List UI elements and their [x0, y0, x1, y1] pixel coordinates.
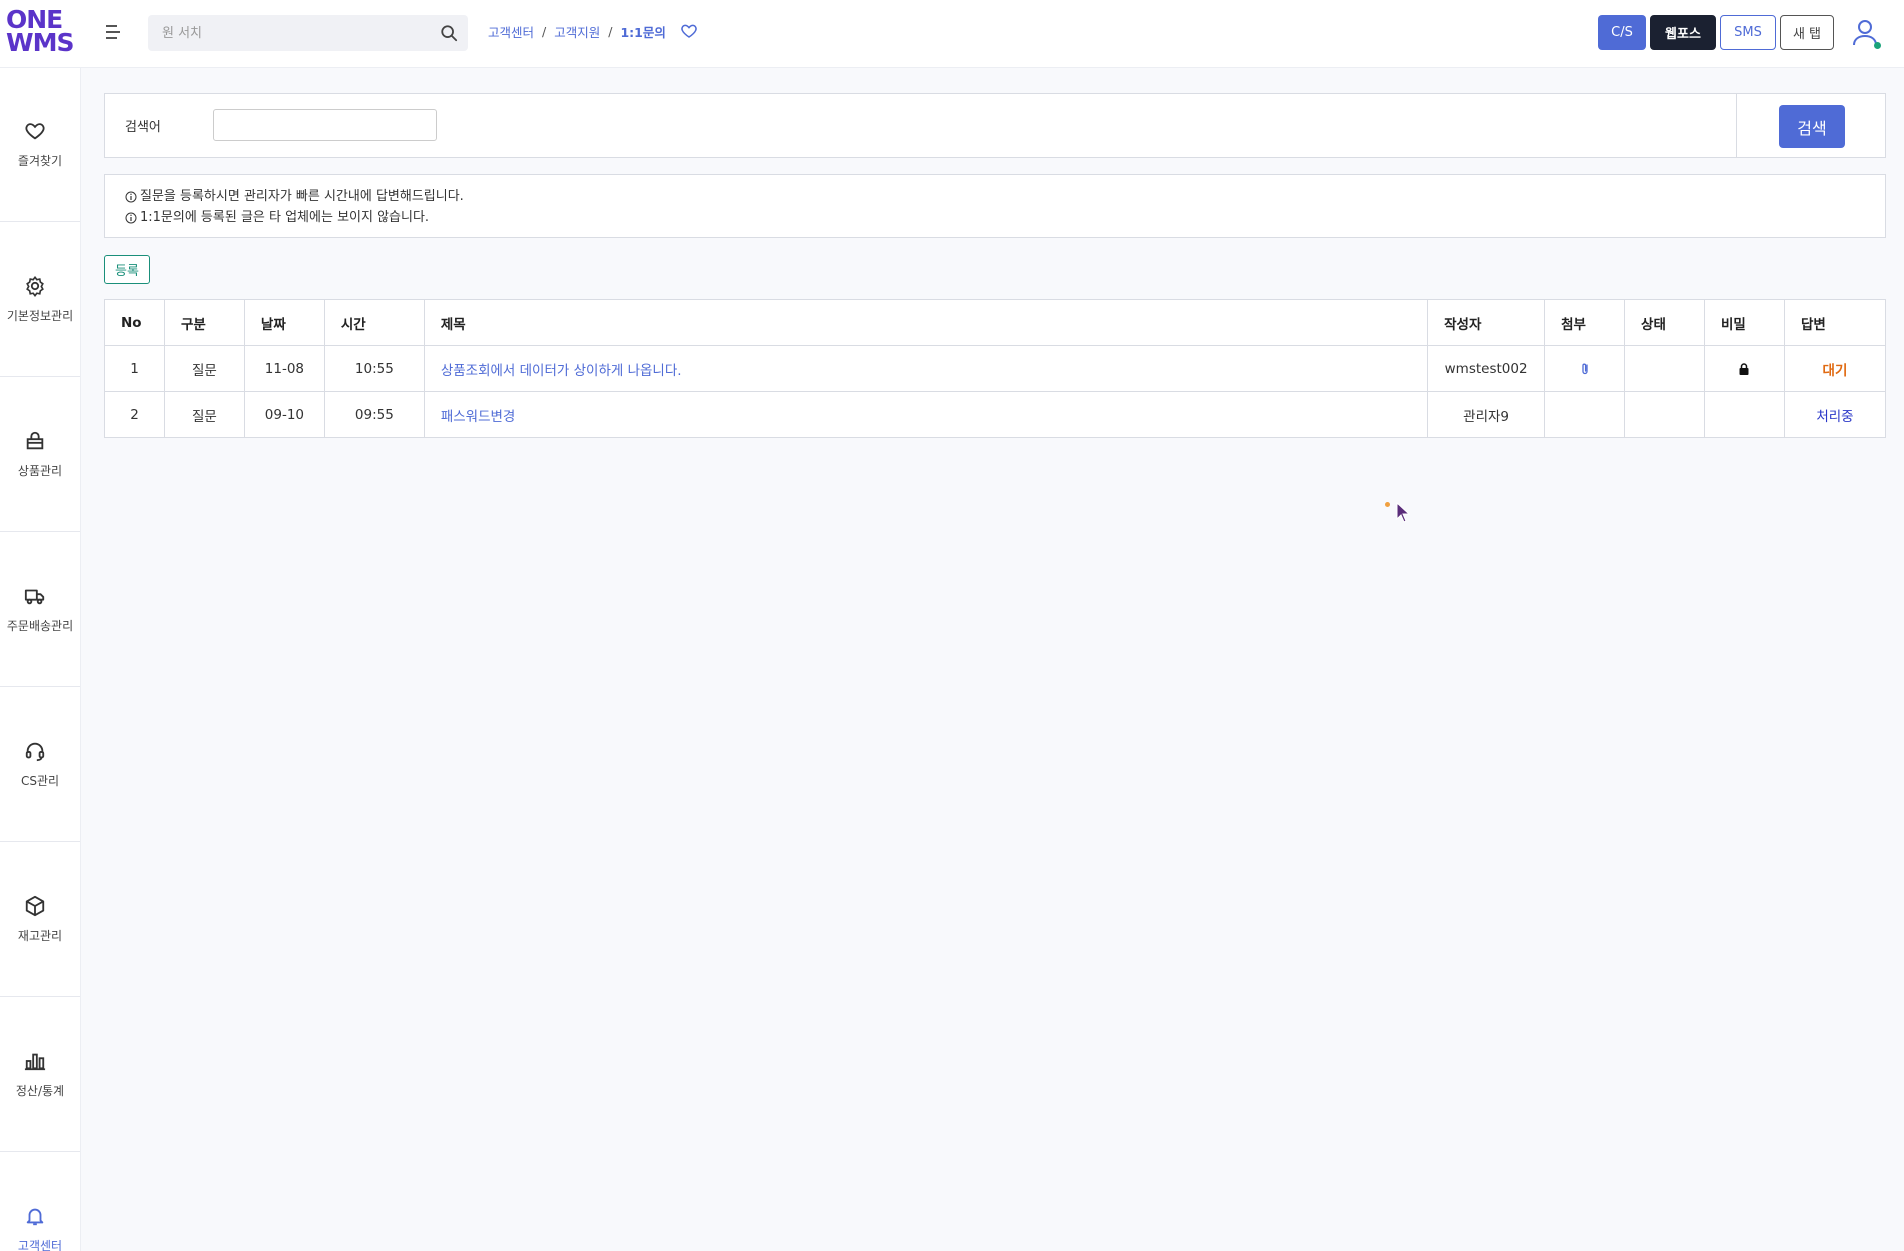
cell-author: wmstest002 — [1427, 345, 1546, 392]
gear-icon — [26, 275, 44, 297]
paperclip-icon[interactable] — [1578, 362, 1592, 376]
search-icon[interactable] — [440, 24, 458, 42]
bar-chart-icon — [24, 1053, 46, 1071]
sms-button[interactable]: SMS — [1720, 15, 1776, 50]
cell-secret — [1704, 345, 1785, 392]
column-header: 날짜 — [243, 299, 325, 346]
notice-text: 1:1문의에 등록된 글은 타 업체에는 보이지 않습니다. — [140, 210, 430, 225]
cell-type: 질문 — [163, 345, 245, 392]
breadcrumb: 고객센터 / 고객지원 / 1:1문의 — [488, 21, 698, 41]
sidebar-item-basic-info[interactable]: 기본정보관리 — [0, 223, 80, 377]
notice-line: 1:1문의에 등록된 글은 타 업체에는 보이지 않습니다. — [125, 207, 1885, 228]
inquiry-table: No 구분 날짜 시간 제목 작성자 첨부 상태 비밀 답변 1 질문 11-0… — [104, 299, 1887, 438]
cell-attach — [1544, 391, 1626, 438]
table-header-row: No 구분 날짜 시간 제목 작성자 첨부 상태 비밀 답변 — [104, 299, 1887, 346]
favorite-heart-icon[interactable] — [680, 22, 698, 40]
search-panel: 검색어 검색 — [104, 93, 1886, 158]
cs-button[interactable]: C/S — [1598, 15, 1646, 50]
sidebar-item-label: 즐겨찾기 — [17, 154, 63, 168]
cell-no: 2 — [104, 391, 165, 438]
table-row[interactable]: 1 질문 11-08 10:55 상품조회에서 데이터가 상이하게 나옵니다. … — [104, 345, 1887, 392]
cell-status — [1624, 391, 1705, 438]
column-header: 작성자 — [1427, 299, 1546, 346]
cell-date: 09-10 — [243, 391, 325, 438]
global-search — [148, 15, 468, 51]
register-button[interactable]: 등록 — [104, 255, 150, 284]
column-header: 제목 — [423, 299, 1429, 346]
cell-type: 질문 — [163, 391, 245, 438]
online-status-dot — [1874, 42, 1881, 49]
sidebar-item-customer-center[interactable]: 고객센터 — [0, 1153, 80, 1251]
mouse-cursor-icon — [1396, 502, 1411, 523]
sidebar-item-orders[interactable]: 주문배송관리 — [0, 533, 80, 687]
top-button-group: C/S 웹포스 SMS 새 탭 — [1598, 15, 1834, 50]
column-header: 첨부 — [1544, 299, 1626, 346]
logo-line-2: WMS — [6, 28, 74, 57]
sidebar-item-inventory[interactable]: 재고관리 — [0, 843, 80, 997]
cell-answer: 대기 — [1783, 345, 1887, 392]
new-tab-button[interactable]: 새 탭 — [1780, 15, 1834, 50]
sidebar-item-label: 주문배송관리 — [6, 619, 74, 633]
cell-time: 09:55 — [323, 391, 425, 438]
panel-divider — [1736, 94, 1737, 157]
cursor-indicator-dot — [1385, 502, 1390, 507]
sidebar-item-cs[interactable]: CS관리 — [0, 688, 80, 842]
column-header: 상태 — [1624, 299, 1705, 346]
menu-toggle-icon[interactable] — [106, 25, 122, 41]
cell-author: 관리자9 — [1427, 391, 1546, 438]
notice-line: 질문을 등록하시면 관리자가 빠른 시간내에 답변해드립니다. — [125, 186, 1885, 207]
info-icon — [125, 191, 137, 202]
column-header: 구분 — [163, 299, 245, 346]
breadcrumb-item-current: 1:1문의 — [620, 24, 666, 40]
keyword-label: 검색어 — [125, 120, 161, 135]
table-row[interactable]: 2 질문 09-10 09:55 패스워드변경 관리자9 처리중 — [104, 391, 1887, 438]
sidebar-item-label: 상품관리 — [17, 464, 63, 478]
notice-text: 질문을 등록하시면 관리자가 빠른 시간내에 답변해드립니다. — [140, 189, 464, 204]
column-header: 비밀 — [1704, 299, 1785, 346]
column-header: 답변 — [1783, 299, 1887, 346]
column-header: 시간 — [323, 299, 425, 346]
cell-time: 10:55 — [323, 345, 425, 392]
webpos-button[interactable]: 웹포스 — [1650, 15, 1716, 50]
notice-box: 질문을 등록하시면 관리자가 빠른 시간내에 답변해드립니다. 1:1문의에 등… — [104, 174, 1886, 238]
sidebar-item-favorites[interactable]: 즐겨찾기 — [0, 68, 80, 222]
truck-icon — [24, 589, 45, 605]
info-icon — [125, 212, 137, 223]
cell-attach — [1544, 345, 1626, 392]
sidebar: 즐겨찾기 기본정보관리 상품관리 주문배송관리 CS관리 재고관리 정산/통계 … — [0, 68, 81, 1251]
logo[interactable]: ONE WMS — [6, 7, 74, 58]
sidebar-item-statistics[interactable]: 정산/통계 — [0, 998, 80, 1152]
bell-icon — [26, 1208, 44, 1226]
lock-icon — [1739, 362, 1749, 375]
sidebar-item-products[interactable]: 상품관리 — [0, 378, 80, 532]
cell-answer: 처리중 — [1783, 391, 1887, 438]
sidebar-item-label: 정산/통계 — [15, 1084, 65, 1098]
column-header: No — [104, 299, 165, 346]
bag-icon — [26, 431, 44, 450]
box-icon — [25, 895, 45, 917]
cell-no: 1 — [104, 345, 165, 392]
answer-status-waiting[interactable]: 대기 — [1823, 363, 1848, 379]
sidebar-item-label: 재고관리 — [17, 929, 63, 943]
sidebar-item-label: 고객센터 — [17, 1239, 63, 1251]
answer-status-processing[interactable]: 처리중 — [1816, 409, 1853, 425]
heart-icon — [25, 123, 45, 140]
top-bar: ONE WMS 고객센터 / 고객지원 / 1:1문의 C/S 웹포스 SMS … — [0, 0, 1904, 68]
search-button[interactable]: 검색 — [1779, 105, 1845, 148]
cell-secret — [1704, 391, 1785, 438]
breadcrumb-separator: / — [542, 23, 547, 39]
breadcrumb-item-support[interactable]: 고객지원 — [554, 22, 600, 41]
breadcrumb-item-cs-center[interactable]: 고객센터 — [488, 22, 534, 41]
breadcrumb-separator: / — [608, 23, 613, 39]
global-search-input[interactable] — [148, 15, 428, 51]
cell-title-link[interactable]: 패스워드변경 — [423, 391, 1429, 438]
keyword-input[interactable] — [213, 109, 437, 141]
cell-status — [1624, 345, 1705, 392]
cell-date: 11-08 — [243, 345, 325, 392]
sidebar-item-label: 기본정보관리 — [6, 309, 74, 323]
sidebar-item-label: CS관리 — [20, 774, 60, 788]
headset-icon — [25, 742, 45, 762]
cell-title-link[interactable]: 상품조회에서 데이터가 상이하게 나옵니다. — [423, 345, 1429, 392]
